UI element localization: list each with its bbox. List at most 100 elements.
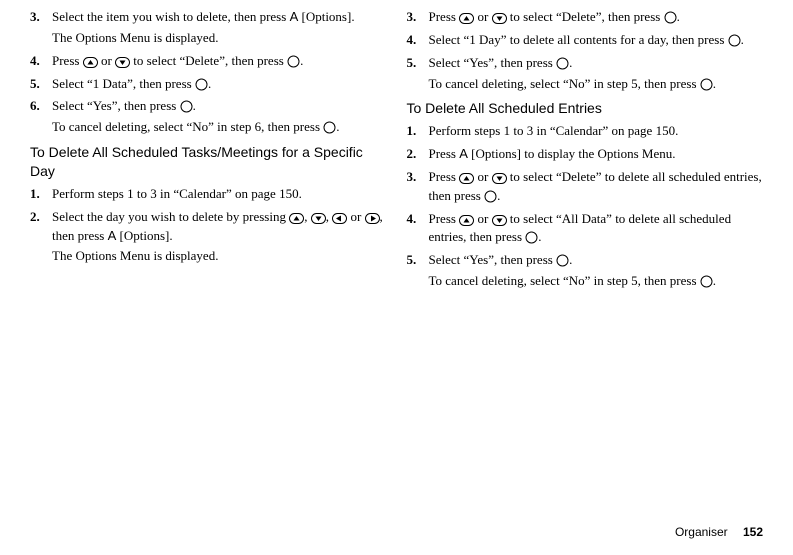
step-sub: To cancel deleting, select “No” in step … (429, 272, 764, 291)
step-text: Press (429, 9, 460, 24)
step-text: Select the item you wish to delete, then… (52, 9, 290, 24)
up-icon (459, 215, 474, 226)
step-text: or (347, 209, 364, 224)
step-text: Select “Yes”, then press (429, 55, 557, 70)
step-number: 5. (407, 251, 417, 270)
step-text: to select “Delete”, then press (507, 9, 664, 24)
footer-page-number: 152 (743, 525, 763, 539)
step-text: Select “1 Data”, then press (52, 76, 195, 91)
list-item: 1. Perform steps 1 to 3 in “Calendar” on… (407, 122, 764, 141)
step-text: Select “Yes”, then press (52, 98, 180, 113)
step-text: Select the day you wish to delete by pre… (52, 209, 289, 224)
center-icon (525, 231, 538, 244)
left-icon (332, 213, 347, 224)
center-icon (195, 78, 208, 91)
center-icon (180, 100, 193, 113)
step-sub-text: To cancel deleting, select “No” in step … (429, 273, 700, 288)
step-text: or (474, 9, 491, 24)
list-item: 4. Press or to select “Delete”, then pre… (30, 52, 387, 71)
list-item: 4. Select “1 Day” to delete all contents… (407, 31, 764, 50)
step-number: 1. (407, 122, 417, 141)
step-number: 4. (407, 31, 417, 50)
softkey-a: A (290, 9, 299, 24)
up-icon (83, 57, 98, 68)
content-columns: 3. Select the item you wish to delete, t… (0, 0, 793, 295)
step-sub-text: . (713, 76, 716, 91)
center-icon (287, 55, 300, 68)
step-sub: The Options Menu is displayed. (52, 247, 387, 266)
step-number: 5. (407, 54, 417, 73)
step-text: to select “Delete”, then press (130, 53, 287, 68)
step-number: 3. (407, 168, 417, 187)
step-number: 4. (30, 52, 40, 71)
step-text: [Options] to display the Options Menu. (468, 146, 676, 161)
list-item: 3. Press or to select “Delete”, then pre… (407, 8, 764, 27)
step-sub-text: To cancel deleting, select “No” in step … (52, 119, 323, 134)
list-item: 4. Press or to select “All Data” to dele… (407, 210, 764, 248)
step-text: Perform steps 1 to 3 in “Calendar” on pa… (429, 123, 679, 138)
footer-section: Organiser (675, 525, 728, 539)
right-column: 3. Press or to select “Delete”, then pre… (397, 4, 774, 295)
step-text: Press (429, 146, 460, 161)
step-sub-text: . (713, 273, 716, 288)
center-icon (323, 121, 336, 134)
list-item: 1. Perform steps 1 to 3 in “Calendar” on… (30, 185, 387, 204)
step-sub: To cancel deleting, select “No” in step … (52, 118, 387, 137)
down-icon (311, 213, 326, 224)
step-text: or (98, 53, 115, 68)
step-sub-text: To cancel deleting, select “No” in step … (429, 76, 700, 91)
step-text: . (538, 229, 541, 244)
step-number: 2. (407, 145, 417, 164)
step-text: [Options]. (298, 9, 354, 24)
step-text: Press (429, 169, 460, 184)
center-icon (728, 34, 741, 47)
down-icon (492, 215, 507, 226)
step-number: 4. (407, 210, 417, 229)
down-icon (492, 13, 507, 24)
list-item: 6. Select “Yes”, then press . To cancel … (30, 97, 387, 137)
section-heading: To Delete All Scheduled Tasks/Meetings f… (30, 143, 387, 181)
step-text: [Options]. (116, 228, 172, 243)
step-text: or (474, 169, 491, 184)
step-text: . (569, 252, 572, 267)
step-text: . (741, 32, 744, 47)
right-icon (365, 213, 380, 224)
step-number: 3. (407, 8, 417, 27)
step-text: Press (429, 211, 460, 226)
step-text: . (208, 76, 211, 91)
up-icon (459, 13, 474, 24)
step-number: 1. (30, 185, 40, 204)
step-text: or (474, 211, 491, 226)
step-sub-text: . (336, 119, 339, 134)
page-footer: Organiser 152 (675, 525, 763, 539)
center-icon (664, 11, 677, 24)
step-text: Select “1 Day” to delete all contents fo… (429, 32, 728, 47)
down-icon (115, 57, 130, 68)
step-text: Perform steps 1 to 3 in “Calendar” on pa… (52, 186, 302, 201)
section-heading: To Delete All Scheduled Entries (407, 99, 764, 118)
list-item: 2. Press A [Options] to display the Opti… (407, 145, 764, 164)
step-text: . (193, 98, 196, 113)
step-sub: To cancel deleting, select “No” in step … (429, 75, 764, 94)
center-icon (700, 275, 713, 288)
center-icon (556, 254, 569, 267)
list-item: 3. Press or to select “Delete” to delete… (407, 168, 764, 206)
step-number: 5. (30, 75, 40, 94)
softkey-a: A (108, 228, 117, 243)
list-item: 2. Select the day you wish to delete by … (30, 208, 387, 267)
step-text: . (300, 53, 303, 68)
softkey-a: A (459, 146, 468, 161)
list-item: 5. Select “Yes”, then press . To cancel … (407, 54, 764, 94)
list-item: 3. Select the item you wish to delete, t… (30, 8, 387, 48)
step-text: Select “Yes”, then press (429, 252, 557, 267)
step-text: . (569, 55, 572, 70)
list-item: 5. Select “Yes”, then press . To cancel … (407, 251, 764, 291)
up-icon (289, 213, 304, 224)
step-sub: The Options Menu is displayed. (52, 29, 387, 48)
step-text: Press (52, 53, 83, 68)
down-icon (492, 173, 507, 184)
step-number: 3. (30, 8, 40, 27)
left-column: 3. Select the item you wish to delete, t… (20, 4, 397, 295)
center-icon (556, 57, 569, 70)
step-text: . (497, 188, 500, 203)
